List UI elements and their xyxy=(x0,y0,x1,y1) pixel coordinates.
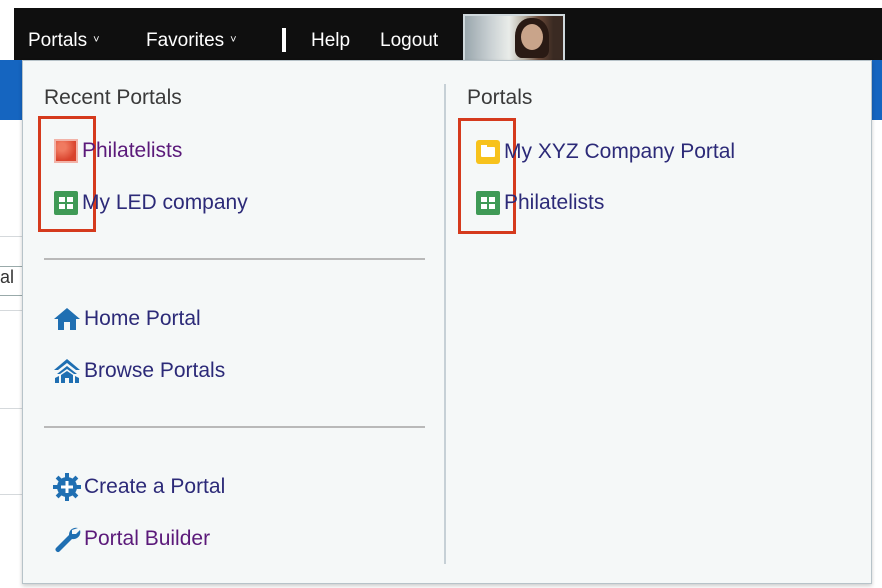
page-header-band-right xyxy=(872,60,882,120)
page-header-band xyxy=(0,60,22,120)
page-text-fragment: al xyxy=(0,266,22,296)
favorites-menu-label: Favorites xyxy=(146,30,225,51)
avatar-face xyxy=(521,24,543,50)
portal-item-label: Philatelists xyxy=(504,191,605,214)
top-nav-bar: Portals ˅ Favorites ˅ Help Logout xyxy=(0,0,882,62)
page-divider xyxy=(0,494,22,495)
gear-plus-icon xyxy=(53,473,81,501)
folder-icon xyxy=(476,140,500,164)
page-divider xyxy=(0,236,22,237)
browse-portals-link[interactable]: Browse Portals xyxy=(52,354,225,388)
portal-item[interactable]: My XYZ Company Portal xyxy=(476,135,735,169)
help-link[interactable]: Help xyxy=(311,28,350,54)
chevron-down-icon: ˅ xyxy=(93,34,100,46)
nav-separator xyxy=(282,28,286,52)
wrench-icon xyxy=(55,527,81,552)
favorites-menu[interactable]: Favorites ˅ xyxy=(146,28,237,56)
browse-portals-label: Browse Portals xyxy=(84,359,226,382)
browse-portals-icon xyxy=(54,359,80,383)
portal-item-label: My XYZ Company Portal xyxy=(504,140,736,163)
create-portal-label: Create a Portal xyxy=(84,475,226,498)
portal-builder-label: Portal Builder xyxy=(84,527,211,550)
portal-grid-icon xyxy=(476,191,500,215)
menu-divider xyxy=(44,426,425,428)
page-divider xyxy=(0,310,22,311)
logout-link[interactable]: Logout xyxy=(380,28,438,54)
recent-portal-label: Philatelists xyxy=(82,139,183,162)
chevron-down-icon: ˅ xyxy=(230,34,237,46)
page-divider xyxy=(0,408,22,409)
home-icon xyxy=(54,308,80,330)
recent-portal-item[interactable]: My LED company xyxy=(54,186,248,220)
stamp-icon xyxy=(54,139,78,163)
create-portal-link[interactable]: Create a Portal xyxy=(52,470,225,504)
top-nav-background xyxy=(14,8,882,60)
portals-menu[interactable]: Portals ˅ xyxy=(28,28,100,56)
recent-portal-label: My LED company xyxy=(82,191,248,214)
home-portal-link[interactable]: Home Portal xyxy=(52,302,201,336)
menu-divider xyxy=(44,258,425,260)
portal-builder-link[interactable]: Portal Builder xyxy=(52,522,210,556)
home-portal-label: Home Portal xyxy=(84,307,201,330)
portals-heading: Portals xyxy=(467,86,533,109)
avatar[interactable] xyxy=(463,14,565,62)
portals-menu-label: Portals xyxy=(28,30,88,51)
recent-portals-heading: Recent Portals xyxy=(44,86,182,109)
recent-portal-item[interactable]: Philatelists xyxy=(54,134,182,168)
column-divider xyxy=(444,84,446,564)
portal-item[interactable]: Philatelists xyxy=(476,186,604,220)
portal-grid-icon xyxy=(54,191,78,215)
